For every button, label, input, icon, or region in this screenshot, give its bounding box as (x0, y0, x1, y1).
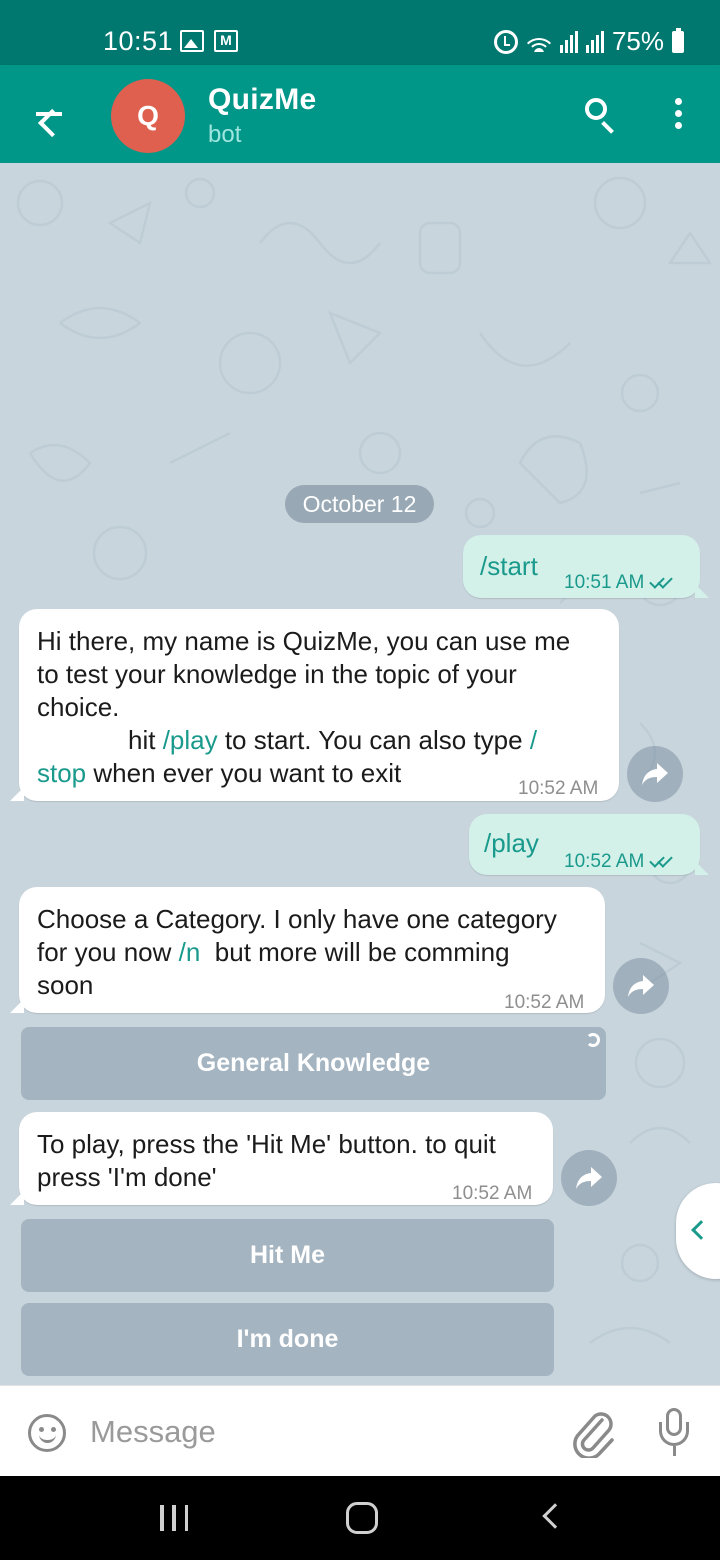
battery-icon (672, 27, 684, 53)
message-time: 10:52 AM (452, 1183, 533, 1204)
signal-icon-2 (585, 30, 604, 53)
signal-icon (559, 30, 578, 53)
outgoing-message[interactable]: /start 10:51 AM (463, 535, 709, 599)
mic-icon[interactable] (654, 1406, 694, 1460)
chevron-left-icon (691, 1220, 711, 1240)
incoming-message[interactable]: Hi there, my name is QuizMe, you can use… (10, 609, 619, 801)
category-button[interactable]: General Knowledge (21, 1027, 606, 1100)
message-time: 10:52 AM (518, 778, 599, 799)
read-ticks-icon (648, 852, 674, 869)
done-button[interactable]: I'm done (21, 1303, 554, 1376)
status-indicators: 75% (493, 26, 684, 57)
gallery-notification-icon (180, 30, 204, 52)
play-command-link[interactable]: /play (163, 725, 218, 755)
emoji-icon[interactable] (28, 1414, 66, 1452)
loading-spinner-icon (586, 1033, 600, 1047)
chat-header: Q QuizMe bot (0, 65, 720, 163)
share-icon[interactable] (627, 746, 683, 802)
more-vert-icon[interactable] (666, 95, 690, 135)
share-icon[interactable] (561, 1150, 617, 1206)
outgoing-message[interactable]: /play 10:52 AM (469, 814, 709, 878)
battery-percent: 75% (611, 26, 664, 56)
back-arrow-icon[interactable] (28, 91, 74, 138)
message-input[interactable] (90, 1408, 550, 1456)
chat-area[interactable]: October 12 /start 10:51 AM Hi there, my … (0, 163, 720, 1385)
status-time: 10:51 (103, 26, 174, 56)
wifi-icon (525, 32, 552, 52)
status-bar: 10:51 M 75% (0, 0, 720, 65)
chat-title[interactable]: QuizMe (208, 83, 316, 117)
message-time: 10:52 AM (504, 992, 585, 1013)
message-time: 10:52 AM (564, 845, 674, 878)
incoming-message[interactable]: Choose a Category. I only have one categ… (10, 887, 605, 1013)
incoming-message[interactable]: To play, press the 'Hit Me' button. to q… (10, 1112, 553, 1205)
read-ticks-icon (648, 573, 674, 590)
notification-icons: M (180, 30, 238, 52)
stop-command-link-start[interactable]: / (530, 725, 537, 755)
message-text: Choose a Category. I only have one categ… (37, 904, 557, 1000)
message-time: 10:51 AM (564, 566, 674, 599)
avatar[interactable]: Q (111, 79, 185, 153)
message-composer (0, 1385, 720, 1476)
share-icon[interactable] (613, 958, 669, 1014)
stop-command-link[interactable]: stop (37, 758, 86, 788)
system-nav-bar (0, 1476, 720, 1560)
hit-me-button[interactable]: Hit Me (21, 1219, 554, 1292)
recents-icon[interactable] (160, 1505, 188, 1531)
home-icon[interactable] (346, 1502, 378, 1534)
mail-notification-icon: M (214, 30, 238, 52)
date-separator: October 12 (285, 485, 434, 523)
n-command-link[interactable]: /n (179, 937, 201, 967)
attach-icon[interactable] (572, 1408, 616, 1460)
message-text[interactable]: /play (484, 827, 539, 860)
chat-subtitle: bot (208, 121, 242, 148)
alarm-icon (493, 29, 518, 54)
search-icon[interactable] (582, 95, 622, 135)
nav-back-icon[interactable] (542, 1503, 568, 1529)
message-text[interactable]: /start (480, 550, 538, 583)
message-text: Hi there, my name is QuizMe, you can use… (37, 626, 571, 788)
message-text: To play, press the 'Hit Me' button. to q… (37, 1129, 496, 1192)
